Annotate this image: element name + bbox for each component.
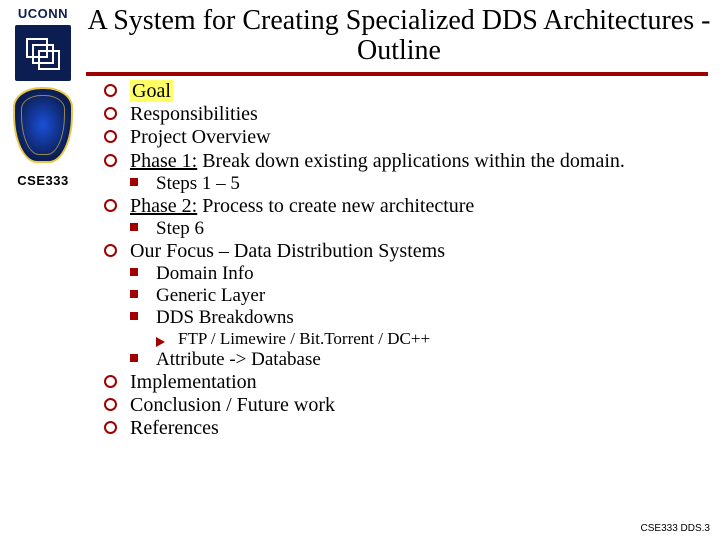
- sidebar: UCONN CSE333: [8, 6, 78, 188]
- bullet-circle-icon: [104, 244, 117, 257]
- course-code: CSE333: [8, 173, 78, 188]
- outline-text: Responsibilities: [130, 103, 258, 125]
- bullet-circle-icon: [104, 84, 117, 97]
- outline-text: FTP / Limewire / Bit.Torrent / DC++: [178, 329, 430, 348]
- outline-subitem: Steps 1 – 5: [130, 173, 706, 195]
- outline-item: Conclusion / Future work: [104, 394, 706, 417]
- logo-windows-icon: [15, 25, 71, 81]
- department-crest-icon: [13, 87, 73, 163]
- bullet-arrow-icon: [156, 337, 165, 347]
- outline-text: Generic Layer: [156, 285, 265, 306]
- bullet-circle-icon: [104, 398, 117, 411]
- bullet-square-icon: [130, 312, 138, 320]
- bullet-circle-icon: [104, 107, 117, 120]
- bullet-square-icon: [130, 354, 138, 362]
- bullet-square-icon: [130, 178, 138, 186]
- bullet-circle-icon: [104, 199, 117, 212]
- bullet-square-icon: [130, 223, 138, 231]
- university-wordmark: UCONN: [8, 6, 78, 21]
- outline-subitem: Domain Info: [130, 263, 706, 285]
- bullet-circle-icon: [104, 130, 117, 143]
- outline-item: Implementation: [104, 371, 706, 394]
- outline-text: DDS Breakdowns: [156, 307, 294, 328]
- outline-item: Our Focus – Data Distribution Systems: [104, 240, 706, 263]
- outline-subsubitem: FTP / Limewire / Bit.Torrent / DC++: [156, 329, 706, 349]
- bullet-circle-icon: [104, 421, 117, 434]
- outline-item: Phase 2: Process to create new architect…: [104, 195, 706, 218]
- outline-subitem: Attribute -> Database: [130, 349, 706, 371]
- bullet-circle-icon: [104, 154, 117, 167]
- outline-phase-label: Phase 2:: [130, 195, 197, 217]
- outline-text: Step 6: [156, 218, 204, 239]
- bullet-square-icon: [130, 290, 138, 298]
- outline-item: Goal: [104, 80, 706, 103]
- slide-footer: CSE333 DDS.3: [641, 523, 710, 534]
- outline-text: Break down existing applications within …: [197, 150, 625, 172]
- outline-item: Phase 1: Break down existing application…: [104, 150, 706, 173]
- outline-text: Steps 1 – 5: [156, 173, 240, 194]
- title-underline: [86, 72, 708, 76]
- outline-item: References: [104, 417, 706, 440]
- outline-text: Our Focus – Data Distribution Systems: [130, 240, 445, 262]
- outline-subitem: Generic Layer: [130, 285, 706, 307]
- outline-text: Implementation: [130, 371, 257, 393]
- outline-body: Goal Responsibilities Project Overview P…: [104, 80, 706, 441]
- outline-text: Conclusion / Future work: [130, 394, 335, 416]
- bullet-circle-icon: [104, 375, 117, 388]
- bullet-square-icon: [130, 268, 138, 276]
- outline-text: Project Overview: [130, 126, 271, 148]
- slide-title: A System for Creating Specialized DDS Ar…: [86, 6, 712, 66]
- outline-phase-label: Phase 1:: [130, 150, 197, 172]
- outline-subitem: Step 6: [130, 218, 706, 240]
- outline-text: Goal: [130, 80, 173, 102]
- outline-subitem: DDS Breakdowns: [130, 307, 706, 329]
- outline-text: Domain Info: [156, 263, 254, 284]
- outline-text: Process to create new architecture: [197, 195, 474, 217]
- outline-text: References: [130, 417, 219, 439]
- outline-text: Attribute -> Database: [156, 349, 321, 370]
- outline-item: Responsibilities: [104, 103, 706, 126]
- outline-item: Project Overview: [104, 126, 706, 149]
